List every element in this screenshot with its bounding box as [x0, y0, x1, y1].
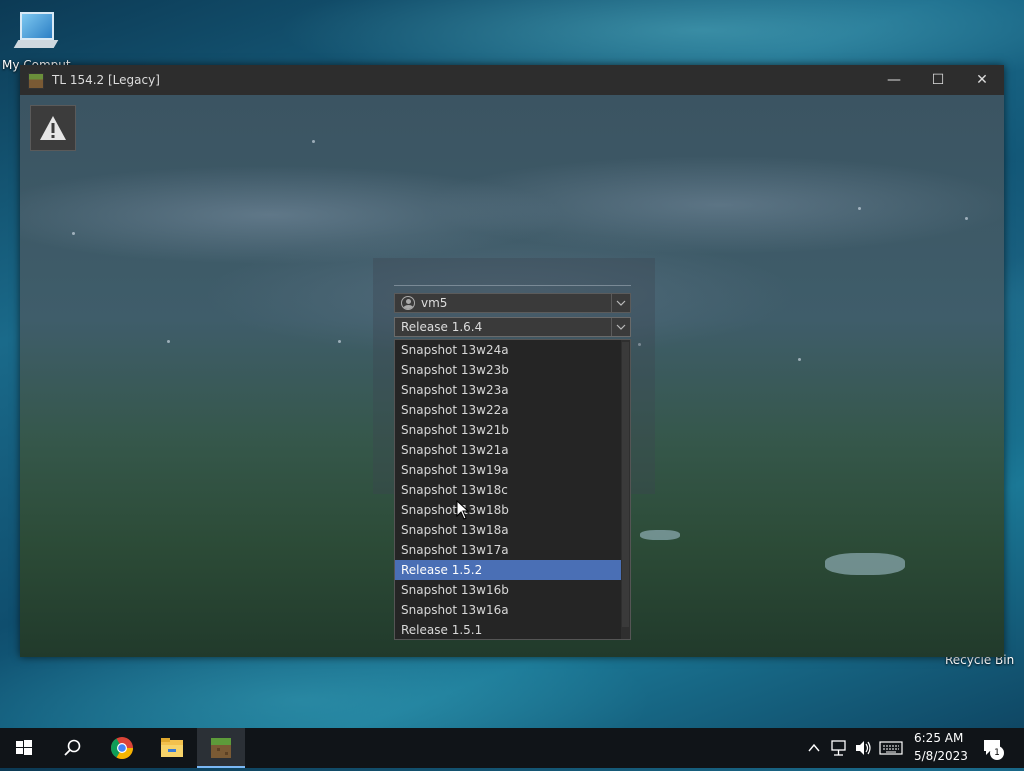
network-icon[interactable] [829, 728, 849, 768]
version-option-highlighted[interactable]: Release 1.5.2 [395, 560, 621, 580]
close-button[interactable]: ✕ [960, 65, 1004, 95]
background-star [338, 340, 341, 343]
background-water [640, 530, 680, 540]
maximize-button[interactable]: ☐ [916, 65, 960, 95]
chrome-taskbar-button[interactable] [98, 728, 146, 768]
launcher-window: TL 154.2 [Legacy] — ☐ ✕ vm5 Release 1.6.… [20, 65, 1004, 657]
volume-icon[interactable] [853, 728, 873, 768]
warning-icon [40, 116, 66, 140]
launcher-background: vm5 Release 1.6.4 Snapshot 13w24a Snapsh… [20, 95, 1004, 657]
start-button[interactable] [0, 728, 48, 768]
version-select[interactable]: Release 1.6.4 [394, 317, 631, 337]
grass-block-icon [211, 738, 231, 758]
version-option[interactable]: Snapshot 13w24a [395, 340, 621, 360]
background-star [312, 140, 315, 143]
warning-button[interactable] [30, 105, 76, 151]
account-dropdown-arrow[interactable] [611, 294, 630, 312]
version-option[interactable]: Release 1.5.1 [395, 620, 621, 640]
background-star [72, 232, 75, 235]
background-star [965, 217, 968, 220]
minimize-button[interactable]: — [872, 65, 916, 95]
grass-block-icon [28, 73, 44, 89]
version-option[interactable]: Snapshot 13w23b [395, 360, 621, 380]
version-option[interactable]: Snapshot 13w22a [395, 400, 621, 420]
user-icon [401, 296, 415, 310]
window-titlebar[interactable]: TL 154.2 [Legacy] — ☐ ✕ [20, 65, 1004, 95]
mouse-cursor-icon [456, 500, 470, 520]
chevron-down-icon [616, 324, 626, 330]
launcher-taskbar-button[interactable] [197, 728, 245, 768]
this-pc-icon[interactable] [13, 10, 64, 50]
version-option[interactable]: Snapshot 13w18a [395, 520, 621, 540]
background-water [825, 553, 905, 575]
account-select-value: vm5 [421, 296, 448, 310]
background-star [858, 207, 861, 210]
chevron-up-icon[interactable] [806, 728, 822, 768]
version-option[interactable]: Snapshot 13w18c [395, 480, 621, 500]
window-title: TL 154.2 [Legacy] [52, 73, 160, 87]
background-star [798, 358, 801, 361]
search-button[interactable] [48, 728, 96, 768]
folder-icon [161, 738, 183, 757]
account-select[interactable]: vm5 [394, 293, 631, 313]
clock-date[interactable]: 5/8/2023 [914, 749, 968, 763]
version-option[interactable]: Snapshot 13w16a [395, 600, 621, 620]
file-explorer-taskbar-button[interactable] [148, 728, 196, 768]
background-star [167, 340, 170, 343]
version-option[interactable]: Snapshot 13w19a [395, 460, 621, 480]
chevron-down-icon [616, 300, 626, 306]
search-icon [64, 739, 81, 756]
keyboard-icon[interactable] [878, 728, 904, 768]
version-dropdown-list[interactable]: Snapshot 13w24a Snapshot 13w23b Snapshot… [394, 339, 631, 640]
version-option[interactable]: Snapshot 13w18b [395, 500, 621, 520]
version-option[interactable]: Snapshot 13w21b [395, 420, 621, 440]
windows-logo-icon [16, 740, 32, 755]
chrome-icon [111, 737, 133, 759]
clock-time[interactable]: 6:25 AM [914, 731, 963, 745]
version-dropdown-arrow[interactable] [611, 318, 630, 336]
taskbar: 6:25 AM 5/8/2023 1 [0, 728, 1024, 768]
notification-count-badge: 1 [990, 746, 1004, 760]
version-option[interactable]: Snapshot 13w16b [395, 580, 621, 600]
version-option[interactable]: Snapshot 13w21a [395, 440, 621, 460]
scrollbar-thumb[interactable] [622, 342, 629, 627]
version-select-value: Release 1.6.4 [401, 320, 483, 334]
dropdown-scrollbar[interactable] [621, 340, 630, 639]
panel-divider [394, 285, 631, 286]
version-option[interactable]: Snapshot 13w17a [395, 540, 621, 560]
version-option[interactable]: Snapshot 13w23a [395, 380, 621, 400]
